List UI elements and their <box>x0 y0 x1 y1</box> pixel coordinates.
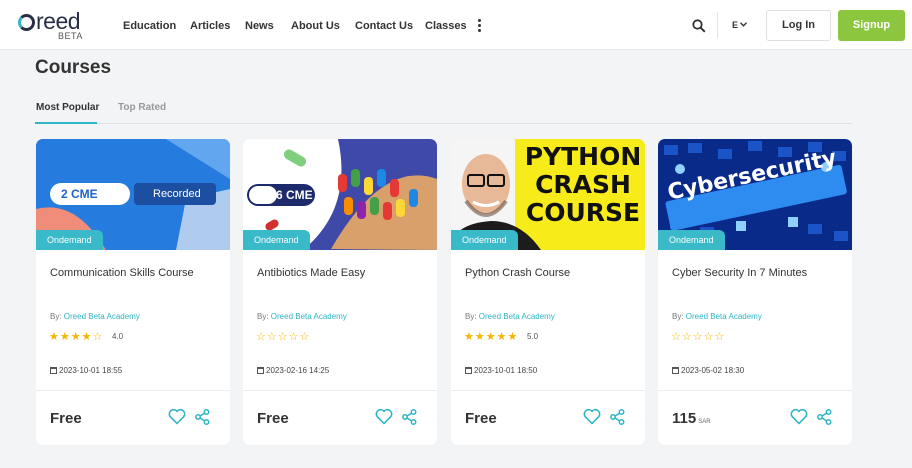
course-thumbnail[interactable]: PYTHON CRASH COURSE Ondemand <box>451 139 645 250</box>
nav-about-us[interactable]: About Us <box>291 20 340 32</box>
logo-o-icon <box>18 14 35 31</box>
course-price: Free <box>50 410 82 427</box>
star-rating: ★★★★☆ <box>49 331 104 343</box>
course-author: By: Oreed Beta Academy <box>50 312 140 321</box>
card-divider <box>451 390 645 391</box>
card-divider <box>658 390 852 391</box>
header-divider <box>717 12 718 38</box>
star-rating: ★★★★★ <box>464 331 519 343</box>
ondemand-badge: Ondemand <box>36 230 103 250</box>
share-icon[interactable] <box>402 409 417 425</box>
author-link[interactable]: Oreed Beta Academy <box>686 312 762 321</box>
python-thumbnail-text: PYTHON CRASH COURSE <box>524 142 642 227</box>
calendar-icon <box>465 367 472 374</box>
active-tab-indicator <box>35 122 97 124</box>
search-icon[interactable] <box>692 19 706 33</box>
calendar-icon <box>672 367 679 374</box>
course-card[interactable]: Cybersecurity Ondemand Cyber Security In… <box>658 139 852 445</box>
more-vertical-icon[interactable] <box>478 19 482 33</box>
tab-top-rated[interactable]: Top Rated <box>118 102 166 113</box>
tab-most-popular[interactable]: Most Popular <box>36 102 99 113</box>
course-card[interactable]: 6 CME Ondemand Antibiotics Made Easy By:… <box>243 139 437 445</box>
share-icon[interactable] <box>195 409 210 425</box>
course-title[interactable]: Cyber Security In 7 Minutes <box>672 267 807 279</box>
signup-button[interactable]: Signup <box>838 10 905 41</box>
heart-icon[interactable] <box>583 408 601 425</box>
star-rating: ☆☆☆☆☆ <box>256 331 311 343</box>
calendar-icon <box>50 367 57 374</box>
course-date: 2023-10-01 18:55 <box>50 366 122 375</box>
logo-beta-badge: BETA <box>58 31 83 41</box>
recorded-label: Recorded <box>153 188 201 200</box>
course-date: 2023-10-01 18:50 <box>465 366 537 375</box>
course-price: Free <box>465 410 497 427</box>
course-thumbnail[interactable]: 2 CME Recorded Ondemand <box>36 139 230 250</box>
course-author: By: Oreed Beta Academy <box>672 312 762 321</box>
ondemand-badge: Ondemand <box>658 230 725 250</box>
page-title: Courses <box>35 57 112 78</box>
calendar-icon <box>257 367 264 374</box>
course-card[interactable]: 2 CME Recorded Ondemand Communication Sk… <box>36 139 230 445</box>
course-tabs: Most Popular Top Rated <box>35 96 852 124</box>
author-link[interactable]: Oreed Beta Academy <box>271 312 347 321</box>
cme-label: 6 CME <box>276 188 313 202</box>
ondemand-badge: Ondemand <box>243 230 310 250</box>
nav-education[interactable]: Education <box>123 20 176 32</box>
course-price: 115 SAR <box>672 410 711 427</box>
course-card[interactable]: PYTHON CRASH COURSE Ondemand Python Cras… <box>451 139 645 445</box>
course-price: Free <box>257 410 289 427</box>
course-author: By: Oreed Beta Academy <box>465 312 555 321</box>
share-icon[interactable] <box>817 409 832 425</box>
heart-icon[interactable] <box>790 408 808 425</box>
course-date: 2023-05-02 18:30 <box>672 366 744 375</box>
card-divider <box>243 390 437 391</box>
course-author: By: Oreed Beta Academy <box>257 312 347 321</box>
heart-icon[interactable] <box>375 408 393 425</box>
nav-contact-us[interactable]: Contact Us <box>355 20 413 32</box>
top-navbar: reed BETA Education Articles News About … <box>0 0 912 50</box>
nav-articles[interactable]: Articles <box>190 20 230 32</box>
course-thumbnail[interactable]: Cybersecurity Ondemand <box>658 139 852 250</box>
star-rating: ☆☆☆☆☆ <box>671 331 726 343</box>
ondemand-badge: Ondemand <box>451 230 518 250</box>
author-link[interactable]: Oreed Beta Academy <box>479 312 555 321</box>
heart-icon[interactable] <box>168 408 186 425</box>
nav-classes[interactable]: Classes <box>425 20 467 32</box>
course-title[interactable]: Python Crash Course <box>465 267 570 279</box>
course-thumbnail[interactable]: 6 CME Ondemand <box>243 139 437 250</box>
course-title[interactable]: Antibiotics Made Easy <box>257 267 365 279</box>
login-button[interactable]: Log In <box>766 10 831 41</box>
nav-news[interactable]: News <box>245 20 274 32</box>
language-selector[interactable]: E <box>732 20 748 30</box>
logo[interactable]: reed BETA <box>18 8 88 42</box>
rating-value: 5.0 <box>527 332 539 341</box>
course-title[interactable]: Communication Skills Course <box>50 267 194 279</box>
author-link[interactable]: Oreed Beta Academy <box>64 312 140 321</box>
card-divider <box>36 390 230 391</box>
cme-label: 2 CME <box>61 187 98 201</box>
share-icon[interactable] <box>610 409 625 425</box>
course-date: 2023-02-16 14:25 <box>257 366 329 375</box>
rating-value: 4.0 <box>112 332 124 341</box>
chevron-down-icon <box>740 22 748 27</box>
